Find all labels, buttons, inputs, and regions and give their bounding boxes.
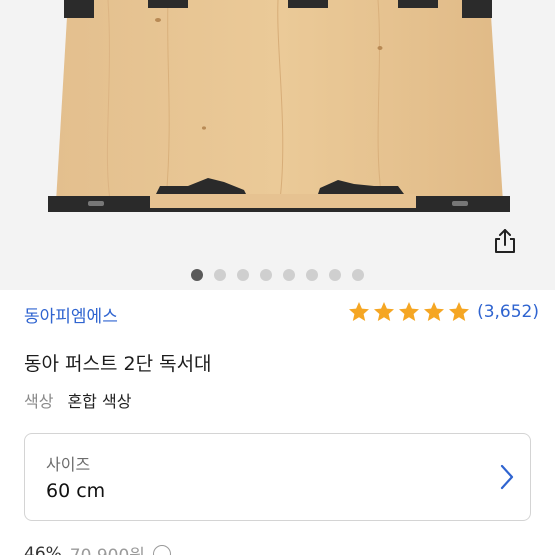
share-icon	[492, 227, 518, 259]
gallery-pagination	[0, 269, 555, 281]
pagination-dot[interactable]	[329, 269, 341, 281]
review-count[interactable]: (3,652)	[477, 302, 539, 322]
star-icon	[399, 302, 420, 321]
color-value: 혼합 색상	[67, 392, 132, 411]
pagination-dot[interactable]	[260, 269, 272, 281]
rating[interactable]: (3,652)	[347, 300, 539, 324]
star-rating	[347, 300, 471, 324]
info-icon[interactable]	[152, 544, 171, 555]
discount-rate: 46%	[24, 543, 62, 555]
star-icon	[449, 302, 470, 321]
share-button[interactable]	[487, 225, 523, 261]
star-icon	[424, 302, 445, 321]
original-price: 70,900원	[70, 541, 145, 555]
color-info: 색상 혼합 색상	[24, 388, 131, 412]
product-title: 동아 퍼스트 2단 독서대	[24, 353, 212, 375]
product-image	[48, 0, 510, 212]
size-selector[interactable]: 사이즈 60 cm	[24, 433, 531, 521]
size-label: 사이즈	[46, 455, 91, 474]
size-value: 60 cm	[46, 480, 106, 502]
pagination-dot[interactable]	[283, 269, 295, 281]
pagination-dot[interactable]	[352, 269, 364, 281]
star-icon	[374, 302, 395, 321]
product-image-gallery[interactable]	[0, 0, 555, 290]
pagination-dot[interactable]	[191, 269, 203, 281]
star-icon	[349, 302, 370, 321]
pagination-dot[interactable]	[214, 269, 226, 281]
pagination-dot[interactable]	[306, 269, 318, 281]
chevron-right-icon	[500, 464, 514, 494]
color-label: 색상	[24, 392, 54, 411]
brand-link[interactable]: 동아피엠에스	[24, 302, 118, 327]
pagination-dot[interactable]	[237, 269, 249, 281]
price-row: 46% 70,900원	[24, 541, 171, 555]
